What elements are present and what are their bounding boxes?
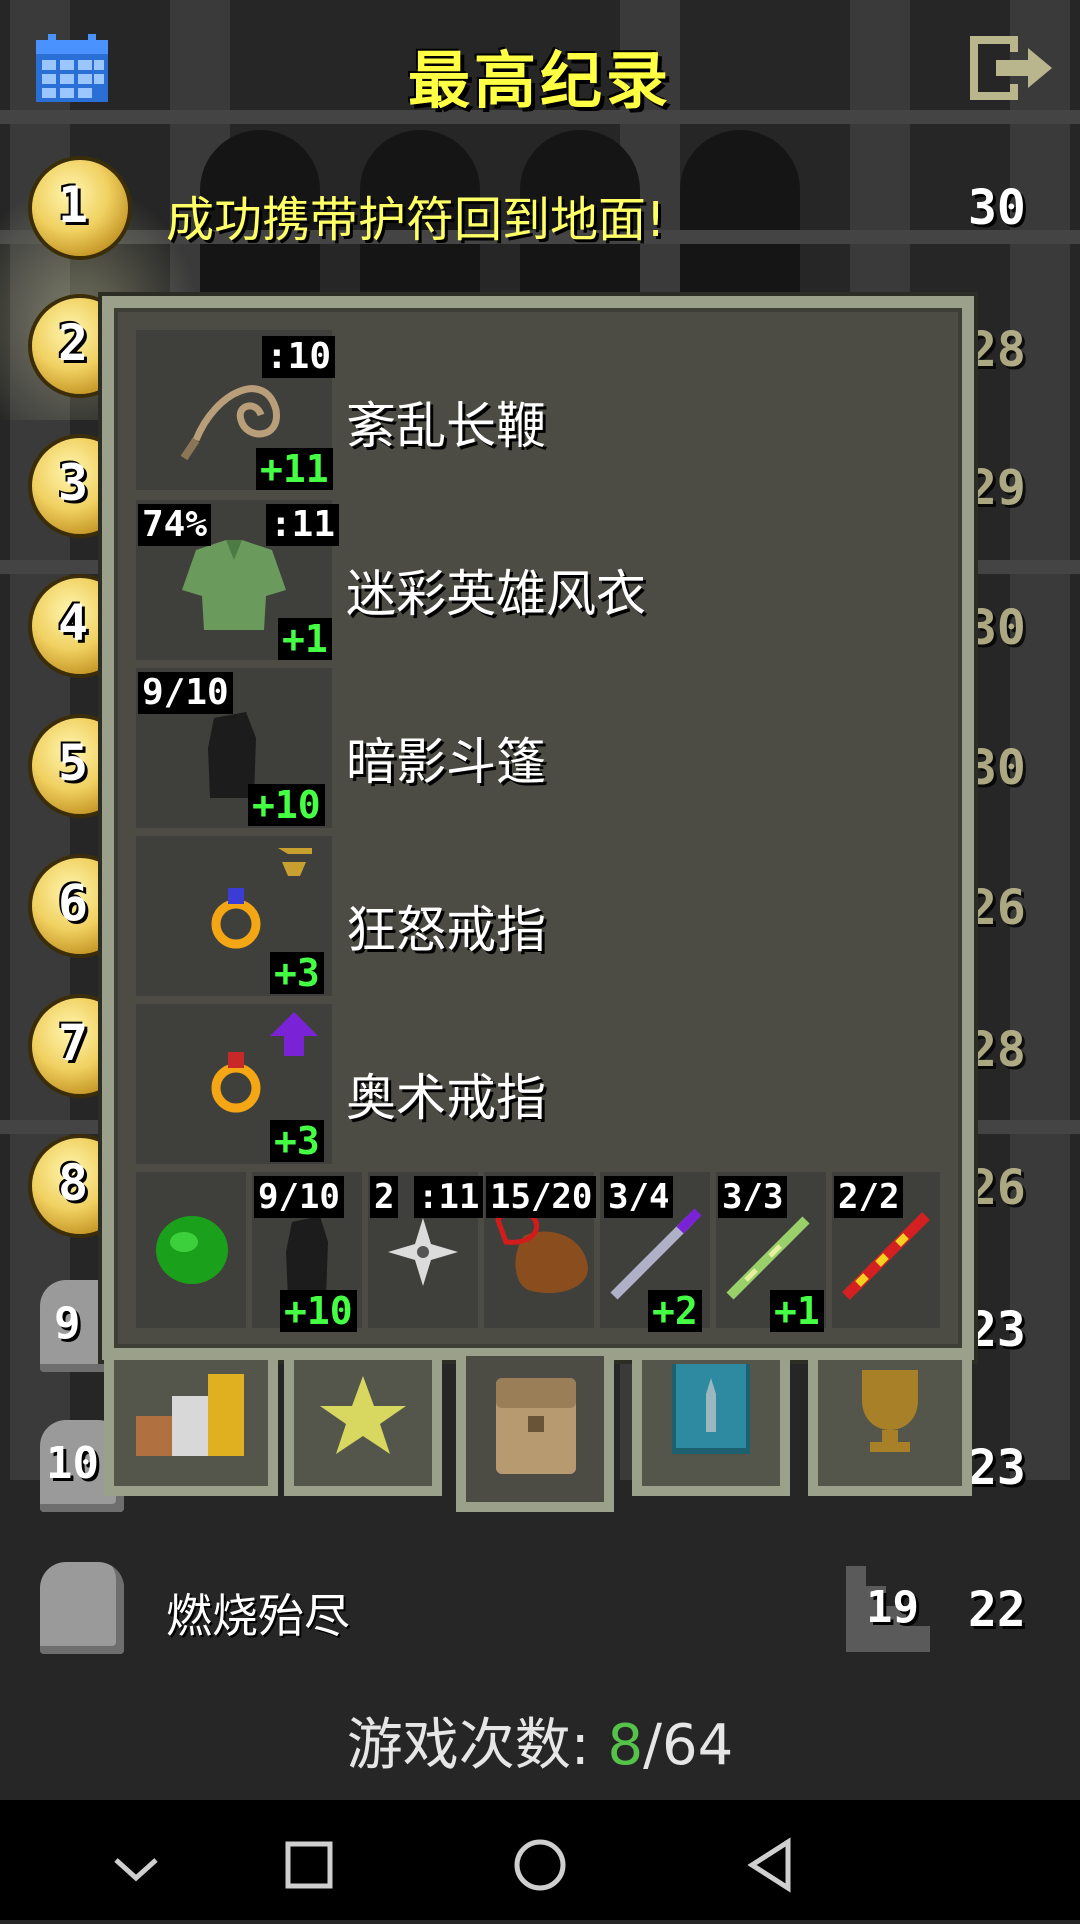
item-durability-label: 74% [138, 504, 212, 546]
rank-9-score: 23 [968, 1302, 1026, 1358]
tombstone-icon [40, 1562, 124, 1654]
last-entry-depth: 19 [866, 1582, 919, 1633]
trophy-icon [862, 1370, 918, 1452]
quickslot-level-label: :11 [414, 1176, 484, 1218]
games-won-count: 8 [607, 1713, 644, 1778]
item-charge-label: 9/10 [138, 672, 233, 714]
rank-number: 10 [46, 1438, 99, 1489]
tab-items[interactable] [456, 1356, 614, 1512]
quickslot-count-label: 2 [370, 1176, 399, 1218]
rank-3-score: 29 [968, 460, 1026, 516]
tab-trophy[interactable] [808, 1360, 972, 1496]
hide-keyboard-icon[interactable] [114, 1858, 158, 1882]
back-button[interactable] [747, 1837, 791, 1893]
home-button[interactable] [514, 1839, 566, 1891]
last-entry-score: 22 [968, 1582, 1026, 1638]
item-name[interactable]: 紊乱长鞭 [346, 386, 546, 458]
rank-1-description[interactable]: 成功携带护符回到地面! [166, 180, 665, 250]
rank-1-score: 30 [968, 180, 1026, 236]
rank-6-score: 26 [968, 880, 1026, 936]
recents-button[interactable] [285, 1841, 333, 1889]
rank-number: 7 [58, 1014, 89, 1072]
backpack-icon [496, 1378, 576, 1474]
games-played: 游戏次数: 8/64 [0, 1700, 1080, 1781]
seed-icon [156, 1216, 228, 1284]
rank-number: 9 [54, 1298, 81, 1349]
quickslot-upgrade-label: +1 [770, 1290, 824, 1332]
rank-number: 1 [58, 176, 89, 234]
rank-number: 5 [58, 734, 89, 792]
item-name[interactable]: 暗影斗篷 [346, 722, 546, 794]
item-upgrade-label: +11 [256, 448, 333, 490]
tab-badges[interactable] [284, 1360, 442, 1496]
item-name[interactable]: 迷彩英雄风衣 [346, 554, 646, 626]
star-icon [320, 1376, 406, 1454]
rank-badge-1[interactable]: 1 [32, 160, 128, 256]
rank-8-score: 26 [968, 1160, 1026, 1216]
item-upgrade-label: +1 [278, 618, 332, 660]
book-icon [672, 1364, 750, 1454]
page-title: 最高纪录 [407, 44, 672, 117]
item-name[interactable]: 狂怒戒指 [346, 890, 546, 962]
quickslot-seed[interactable] [136, 1172, 246, 1328]
item-upgrade-label: +3 [270, 952, 324, 994]
exit-icon[interactable] [966, 32, 1056, 104]
tab-stats[interactable] [104, 1360, 278, 1496]
rank-number: 2 [58, 314, 89, 372]
item-level-label: :11 [266, 504, 340, 546]
quickslot-charge-label: 9/10 [254, 1176, 344, 1218]
rank-number: 4 [58, 594, 89, 652]
rank-5-score: 30 [968, 740, 1026, 796]
last-entry-name[interactable]: 燃烧殆尽 [166, 1580, 350, 1646]
rank-2-score: 28 [968, 322, 1026, 378]
quickslot-upgrade-label: +2 [648, 1290, 702, 1332]
games-total-count: 64 [661, 1713, 734, 1778]
item-name[interactable]: 奥术戒指 [346, 1058, 546, 1130]
quickslot-charge-label: 2/2 [834, 1176, 904, 1218]
stats-icon [136, 1374, 244, 1456]
rank-7-score: 28 [968, 1022, 1026, 1078]
item-level-label: :10 [262, 336, 336, 378]
quickslot-charge-label: 3/3 [718, 1176, 788, 1218]
games-separator: / [643, 1713, 662, 1778]
rank-number: 8 [58, 1154, 89, 1212]
rank-number: 3 [58, 454, 89, 512]
quickslot-charge-label: 3/4 [604, 1176, 674, 1218]
rank-number: 6 [58, 874, 89, 932]
tab-journal[interactable] [632, 1360, 790, 1496]
quickslot-charge-label: 15/20 [486, 1176, 597, 1218]
rank-10-score: 23 [968, 1440, 1026, 1496]
item-upgrade-label: +3 [270, 1120, 324, 1162]
quickslot-upgrade-label: +10 [280, 1290, 357, 1332]
item-upgrade-label: +10 [248, 784, 325, 826]
system-navigation-bar [0, 1800, 1080, 1920]
games-played-label: 游戏次数: [346, 1713, 590, 1778]
rank-4-score: 30 [968, 600, 1026, 656]
